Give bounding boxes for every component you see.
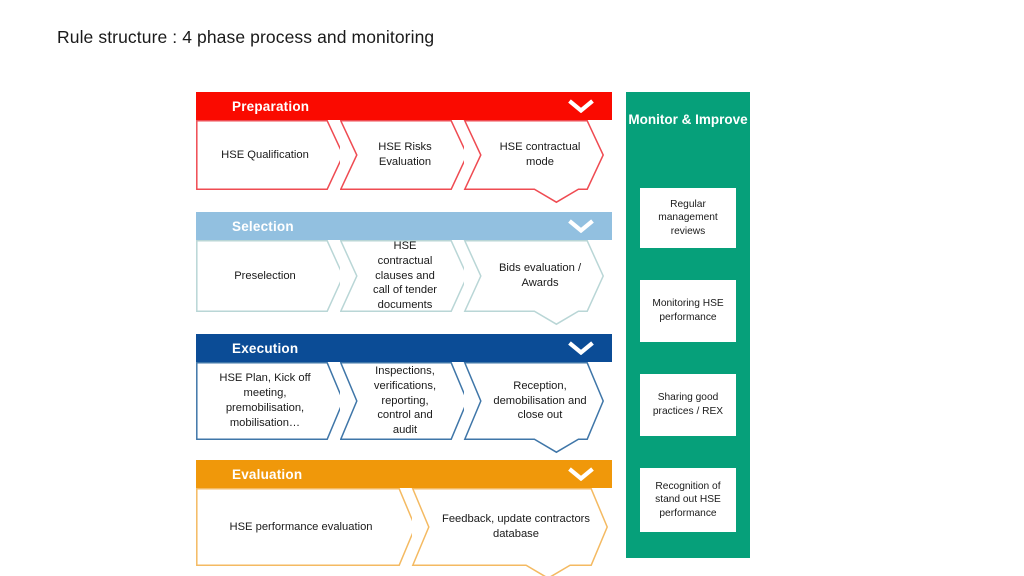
phase-steps-execution: HSE Plan, Kick off meeting, premobilisat… xyxy=(196,362,612,454)
monitor-improve-title: Monitor & Improve xyxy=(628,112,748,127)
step-label: Feedback, update contractors database xyxy=(441,513,590,540)
monitor-card-2[interactable]: Monitoring HSE performance xyxy=(640,280,736,342)
process-flow-diagram: Preparation HSE Qualification HSE Risks Ev… xyxy=(196,92,612,576)
chevron-down-icon[interactable] xyxy=(568,219,594,233)
monitor-card-3[interactable]: Sharing good practices / REX xyxy=(640,374,736,436)
phase-steps-evaluation: HSE performance evaluation Feedback, upda… xyxy=(196,488,612,576)
step-label: HSE Risks Evaluation xyxy=(378,141,432,168)
phase-header-evaluation[interactable]: Evaluation xyxy=(196,460,612,488)
step-selection-1[interactable]: Preselection xyxy=(196,240,344,312)
chevron-down-icon[interactable] xyxy=(568,341,594,355)
step-execution-2[interactable]: Inspections, verifications, reporting, c… xyxy=(340,362,468,440)
phase-selection: Selection Preselection HSE contractual cla… xyxy=(196,212,612,326)
step-label: Reception, demobilisation and close out xyxy=(493,379,587,422)
phase-preparation: Preparation HSE Qualification HSE Risks Ev… xyxy=(196,92,612,204)
phase-steps-selection: Preselection HSE contractual clauses and … xyxy=(196,240,612,326)
phase-title-evaluation: Evaluation xyxy=(232,466,303,482)
chevron-down-icon[interactable] xyxy=(568,99,594,113)
step-execution-3[interactable]: Reception, demobilisation and close out xyxy=(463,362,605,454)
monitor-card-1[interactable]: Regular management reviews xyxy=(640,188,736,248)
phase-title-execution: Execution xyxy=(232,340,299,356)
monitor-card-label: Recognition of stand out HSE performance xyxy=(655,480,721,519)
step-evaluation-2[interactable]: Feedback, update contractors database xyxy=(411,488,609,576)
step-label: HSE Plan, Kick off meeting, premobilisat… xyxy=(219,372,311,429)
monitor-card-label: Regular management reviews xyxy=(658,198,718,237)
phase-evaluation: Evaluation HSE performance evaluation Feed… xyxy=(196,460,612,576)
chevron-down-icon[interactable] xyxy=(568,467,594,481)
phase-execution: Execution HSE Plan, Kick off meeting, pre… xyxy=(196,334,612,454)
monitor-card-label: Monitoring HSE performance xyxy=(652,298,724,323)
step-label: HSE Qualification xyxy=(221,148,309,161)
step-label: HSE contractual mode xyxy=(499,141,581,168)
step-label: HSE performance evaluation xyxy=(229,520,373,533)
step-selection-3[interactable]: Bids evaluation / Awards xyxy=(463,240,605,326)
phase-title-selection: Selection xyxy=(232,218,294,234)
step-preparation-1[interactable]: HSE Qualification xyxy=(196,120,344,190)
step-label: Preselection xyxy=(234,269,296,282)
phase-steps-preparation: HSE Qualification HSE Risks Evaluation HSE… xyxy=(196,120,612,204)
monitor-card-label: Sharing good practices / REX xyxy=(652,392,724,417)
step-preparation-3[interactable]: HSE contractual mode xyxy=(463,120,605,204)
monitor-card-4[interactable]: Recognition of stand out HSE performance xyxy=(640,468,736,532)
step-label: HSE contractual clauses and call of tend… xyxy=(372,240,438,312)
step-preparation-2[interactable]: HSE Risks Evaluation xyxy=(340,120,468,190)
step-selection-2[interactable]: HSE contractual clauses and call of tend… xyxy=(340,240,468,312)
step-execution-1[interactable]: HSE Plan, Kick off meeting, premobilisat… xyxy=(196,362,344,440)
monitor-improve-panel: Monitor & Improve Regular management rev… xyxy=(626,92,750,558)
phase-header-selection[interactable]: Selection xyxy=(196,212,612,240)
page-title: Rule structure : 4 phase process and mon… xyxy=(57,27,435,47)
step-evaluation-1[interactable]: HSE performance evaluation xyxy=(196,488,416,566)
phase-header-execution[interactable]: Execution xyxy=(196,334,612,362)
step-label: Inspections, verifications, reporting, c… xyxy=(373,365,437,437)
phase-title-preparation: Preparation xyxy=(232,98,310,114)
step-label: Bids evaluation / Awards xyxy=(498,262,582,289)
phase-header-preparation[interactable]: Preparation xyxy=(196,92,612,120)
